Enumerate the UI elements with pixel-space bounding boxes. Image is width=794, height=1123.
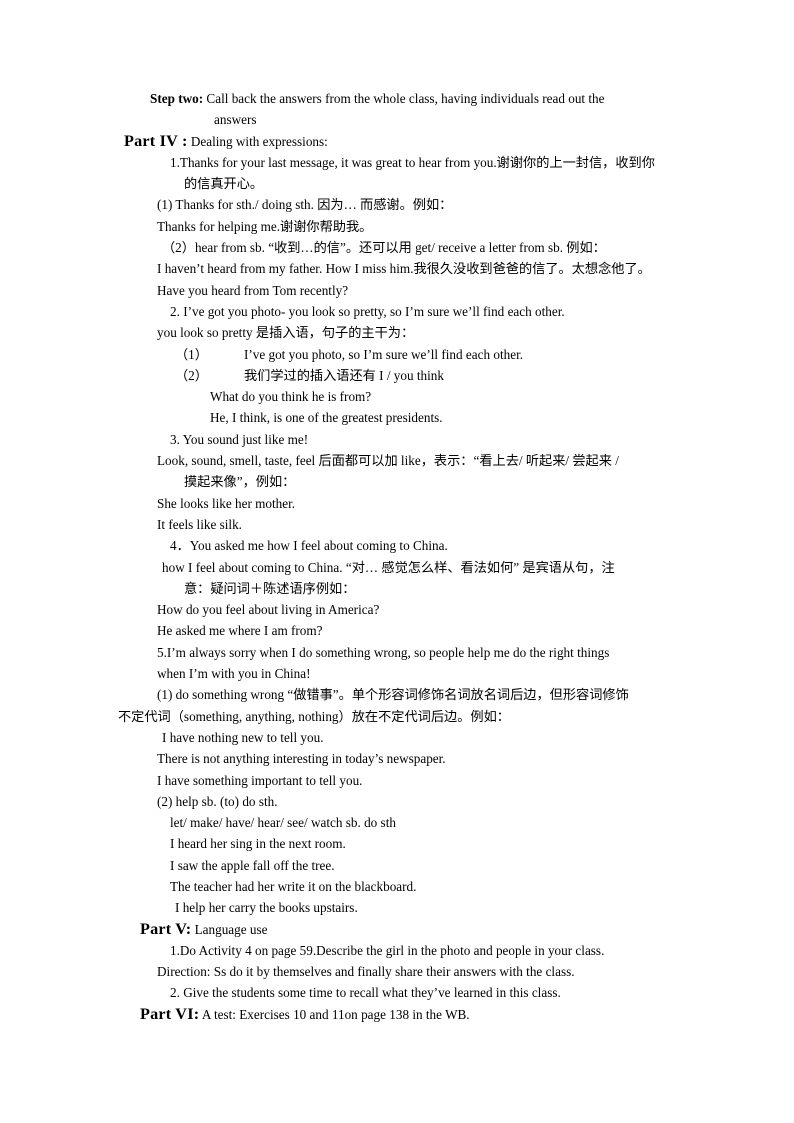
part-iv-item-line: The teacher had her write it on the blac… bbox=[170, 878, 417, 894]
part-iv-item-line: I haven’t heard from my father. How I mi… bbox=[157, 261, 651, 277]
part-v-title: Language use bbox=[194, 921, 268, 937]
part-vi-title: A test: Exercises 10 and 11on page 138 i… bbox=[201, 1006, 470, 1022]
part-v-item-line: 2. Give the students some time to recall… bbox=[170, 985, 561, 1001]
part-iv-item-line: 摸起来像”，例如： bbox=[184, 474, 296, 490]
part-iv-item-line: 1.Thanks for your last message, it was g… bbox=[170, 154, 655, 170]
part-v-label: Part V: bbox=[140, 919, 192, 938]
part-iv-item-line: How do you feel about living in America? bbox=[157, 602, 380, 618]
part-iv-item-line: He, I think, is one of the greatest pres… bbox=[210, 410, 443, 426]
document-page: Step two: Call back the answers from the… bbox=[0, 0, 794, 1123]
part-iv-item-line: （1） I’ve got you photo, so I’m sure we’ll… bbox=[175, 344, 676, 365]
part-iv-item-line: let/ make/ have/ hear/ see/ watch sb. do… bbox=[170, 815, 396, 831]
part-iv-item-marker: （2） bbox=[175, 367, 208, 383]
part-vi-label: Part VI: bbox=[140, 1004, 200, 1023]
part-iv-item-line: I help her carry the books upstairs. bbox=[175, 900, 358, 916]
part-iv-item-line: how I feel about coming to China. “对… 感觉… bbox=[162, 559, 615, 575]
part-iv-item-line: I saw the apple fall off the tree. bbox=[170, 857, 335, 873]
part-iv-item-list: 1.Thanks for your last message, it was g… bbox=[118, 152, 676, 642]
part-iv-item-line: (2) help sb. (to) do sth. bbox=[157, 793, 278, 809]
document-body: Step two: Call back the answers from the… bbox=[118, 88, 676, 1025]
part-iv-title: Dealing with expressions: bbox=[190, 133, 328, 149]
part-iv-item-line: It feels like silk. bbox=[157, 516, 242, 532]
part-iv-item-line: 4．You asked me how I feel about coming t… bbox=[170, 538, 448, 554]
part-iv-item-line: (1) do something wrong “做错事”。单个形容词修饰名词放名… bbox=[157, 687, 629, 703]
part-iv-item-line: I heard her sing in the next room. bbox=[170, 836, 346, 852]
part-iv-item-text: 我们学过的插入语还有 I / you think bbox=[243, 367, 444, 383]
part-iv-item-line: 不定代词（something, anything, nothing）放在不定代词… bbox=[118, 708, 510, 724]
part-v-item-line: Direction: Ss do it by themselves and fi… bbox=[157, 964, 575, 980]
part-iv-item-line: He asked me where I am from? bbox=[157, 623, 323, 639]
part-iv-item-line: (1) Thanks for sth./ doing sth. 因为… 而感谢。… bbox=[157, 197, 453, 213]
part-iv-item-line: I have nothing new to tell you. bbox=[162, 729, 324, 745]
part-iv-item-marker: （1） bbox=[175, 346, 208, 362]
step-two-paragraph: Step two: Call back the answers from the… bbox=[118, 88, 676, 131]
part-iv-item-line: Thanks for helping me.谢谢你帮助我。 bbox=[157, 218, 373, 234]
part-iv-item-line: （2） 我们学过的插入语还有 I / you think bbox=[175, 365, 676, 386]
part-iv-item-line: There is not anything interesting in tod… bbox=[157, 751, 446, 767]
part-iv-item5-line1: 5.I’m always sorry when I do something w… bbox=[157, 644, 610, 660]
part-v-item-list: 1.Do Activity 4 on page 59.Describe the … bbox=[118, 940, 676, 1004]
part-iv-item-text: I’ve got you photo, so I’m sure we’ll fi… bbox=[243, 346, 524, 362]
part-iv-item-line: What do you think he is from? bbox=[210, 389, 372, 405]
step-two-label: Step two: bbox=[150, 91, 204, 106]
part-iv-item-list-after-5: (1) do something wrong “做错事”。单个形容词修饰名词放名… bbox=[118, 684, 676, 918]
part-iv-item-line: Have you heard from Tom recently? bbox=[157, 282, 349, 298]
part-v-heading: Part V: Language use bbox=[140, 919, 676, 940]
part-vi-heading: Part VI: A test: Exercises 10 and 11on p… bbox=[140, 1004, 676, 1025]
step-two-text: Call back the answers from the whole cla… bbox=[206, 91, 605, 106]
part-iv-item5-line2: when I’m with you in China! bbox=[157, 666, 311, 682]
part-iv-item-line: （2）hear from sb. “收到…的信”。还可以用 get/ recei… bbox=[162, 240, 606, 256]
part-iv-item-line: I have something important to tell you. bbox=[157, 772, 363, 788]
part-iv-item-line: 2. I’ve got you photo- you look so prett… bbox=[170, 303, 565, 319]
part-v-item-line: 1.Do Activity 4 on page 59.Describe the … bbox=[170, 942, 605, 958]
part-iv-item-line: She looks like her mother. bbox=[157, 495, 296, 511]
part-iv-item-line: 3. You sound just like me! bbox=[170, 431, 309, 447]
part-iv-heading: Part IV : Dealing with expressions: bbox=[124, 131, 676, 152]
part-iv-item-line: Look, sound, smell, taste, feel 后面都可以加 l… bbox=[157, 453, 619, 469]
step-two-continuation: answers bbox=[214, 112, 257, 128]
part-iv-label: Part IV : bbox=[124, 131, 188, 150]
part-iv-item-line: 意：疑问词＋陈述语序例如： bbox=[184, 580, 356, 596]
part-iv-item-line: you look so pretty 是插入语，句子的主干为： bbox=[157, 325, 415, 341]
part-iv-item-line: 的信真开心。 bbox=[184, 176, 264, 192]
